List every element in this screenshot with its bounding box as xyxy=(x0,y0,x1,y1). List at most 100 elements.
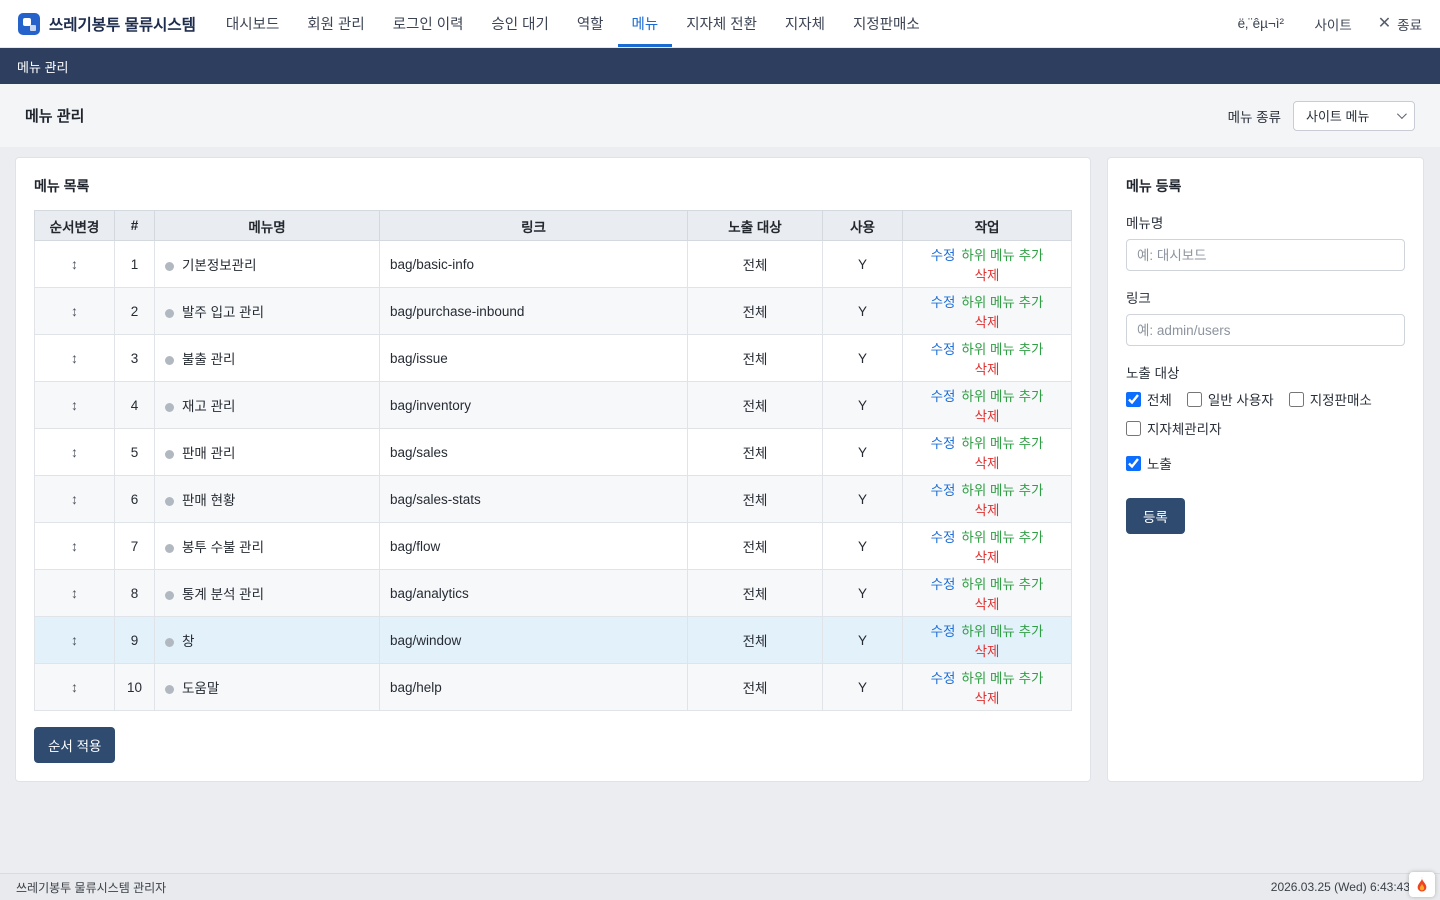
row-number: 10 xyxy=(115,664,155,711)
drag-handle-icon[interactable]: ↕ xyxy=(71,538,78,554)
edit-link[interactable]: 수정 xyxy=(931,483,956,498)
checkbox-general-user-input[interactable] xyxy=(1187,392,1202,407)
delete-link[interactable]: 삭제 xyxy=(975,597,1000,612)
delete-link[interactable]: 삭제 xyxy=(975,456,1000,471)
edit-link[interactable]: 수정 xyxy=(931,248,956,263)
add-submenu-link[interactable]: 하위 메뉴 추가 xyxy=(961,577,1043,592)
menu-table-body: ↕1기본정보관리bag/basic-info전체Y수정하위 메뉴 추가삭제↕2발… xyxy=(35,241,1072,711)
nav-item-members[interactable]: 회원 관리 xyxy=(293,0,378,47)
menu-use: Y xyxy=(823,664,903,711)
target-checkbox-group: 전체 일반 사용자 지정판매소지자체관리자 xyxy=(1126,389,1405,438)
row-number: 6 xyxy=(115,476,155,523)
delete-link[interactable]: 삭제 xyxy=(975,268,1000,283)
table-row: ↕2발주 입고 관리bag/purchase-inbound전체Y수정하위 메뉴… xyxy=(35,288,1072,335)
nav-item-login-history[interactable]: 로그인 이력 xyxy=(379,0,478,47)
page-header: 메뉴 관리 메뉴 종류 사이트 메뉴 xyxy=(0,84,1440,147)
menu-link: bag/window xyxy=(380,617,688,664)
delete-link[interactable]: 삭제 xyxy=(975,362,1000,377)
checkbox-local-gov-admin[interactable]: 지자체관리자 xyxy=(1126,418,1222,438)
checkbox-local-gov-admin-label: 지자체관리자 xyxy=(1147,418,1222,438)
edit-link[interactable]: 수정 xyxy=(931,389,956,404)
menu-dot-icon xyxy=(165,262,174,271)
add-submenu-link[interactable]: 하위 메뉴 추가 xyxy=(961,248,1043,263)
checkbox-all[interactable]: 전체 xyxy=(1126,389,1172,409)
checkbox-local-gov-admin-input[interactable] xyxy=(1126,421,1141,436)
drag-handle-icon[interactable]: ↕ xyxy=(71,303,78,319)
menu-name: 발주 입고 관리 xyxy=(182,305,264,320)
checkbox-designated-seller-input[interactable] xyxy=(1289,392,1304,407)
menu-target: 전체 xyxy=(688,382,823,429)
menu-use: Y xyxy=(823,288,903,335)
menu-link-input[interactable] xyxy=(1126,314,1405,346)
menu-name: 통계 분석 관리 xyxy=(182,587,264,602)
edit-link[interactable]: 수정 xyxy=(931,624,956,639)
checkbox-all-input[interactable] xyxy=(1126,392,1141,407)
nav-item-roles[interactable]: 역할 xyxy=(563,0,618,47)
drag-handle-icon[interactable]: ↕ xyxy=(71,679,78,695)
nav-item-designated-sellers[interactable]: 지정판매소 xyxy=(839,0,934,47)
menu-use: Y xyxy=(823,570,903,617)
menu-link: bag/basic-info xyxy=(380,241,688,288)
edit-link[interactable]: 수정 xyxy=(931,671,956,686)
brand[interactable]: 쓰레기봉투 물류시스템 xyxy=(18,0,196,47)
visible-checkbox-input[interactable] xyxy=(1126,456,1141,471)
add-submenu-link[interactable]: 하위 메뉴 추가 xyxy=(961,436,1043,451)
close-icon: ✕ xyxy=(1378,16,1391,32)
debug-toolbar-toggle[interactable] xyxy=(1409,872,1435,897)
edit-link[interactable]: 수정 xyxy=(931,436,956,451)
edit-link[interactable]: 수정 xyxy=(931,295,956,310)
chevron-down-icon xyxy=(1397,109,1407,119)
register-button[interactable]: 등록 xyxy=(1126,498,1185,534)
menu-type-value: 사이트 메뉴 xyxy=(1306,106,1369,125)
checkbox-designated-seller-label: 지정판매소 xyxy=(1310,389,1372,409)
edit-link[interactable]: 수정 xyxy=(931,342,956,357)
menu-dot-icon xyxy=(165,497,174,506)
menu-target: 전체 xyxy=(688,664,823,711)
col-name: 메뉴명 xyxy=(155,211,380,241)
delete-link[interactable]: 삭제 xyxy=(975,644,1000,659)
logout-link[interactable]: ✕ 종료 xyxy=(1378,14,1422,34)
add-submenu-link[interactable]: 하위 메뉴 추가 xyxy=(961,295,1043,310)
delete-link[interactable]: 삭제 xyxy=(975,550,1000,565)
site-link[interactable]: 사이트 xyxy=(1314,14,1351,34)
menu-use: Y xyxy=(823,429,903,476)
target-label: 노출 대상 xyxy=(1126,362,1405,382)
nav-item-local-gov-switch[interactable]: 지자체 전환 xyxy=(672,0,771,47)
add-submenu-link[interactable]: 하위 메뉴 추가 xyxy=(961,342,1043,357)
nav-item-local-gov[interactable]: 지자체 xyxy=(771,0,839,47)
checkbox-general-user[interactable]: 일반 사용자 xyxy=(1187,389,1274,409)
menu-target: 전체 xyxy=(688,288,823,335)
add-submenu-link[interactable]: 하위 메뉴 추가 xyxy=(961,530,1043,545)
drag-handle-icon[interactable]: ↕ xyxy=(71,256,78,272)
menu-link: bag/issue xyxy=(380,335,688,382)
drag-handle-icon[interactable]: ↕ xyxy=(71,350,78,366)
menu-name-input[interactable] xyxy=(1126,239,1405,271)
add-submenu-link[interactable]: 하위 메뉴 추가 xyxy=(961,624,1043,639)
drag-handle-icon[interactable]: ↕ xyxy=(71,585,78,601)
drag-handle-icon[interactable]: ↕ xyxy=(71,491,78,507)
menu-target: 전체 xyxy=(688,335,823,382)
add-submenu-link[interactable]: 하위 메뉴 추가 xyxy=(961,483,1043,498)
app-title: 쓰레기봉투 물류시스템 xyxy=(49,13,196,35)
add-submenu-link[interactable]: 하위 메뉴 추가 xyxy=(961,389,1043,404)
drag-handle-icon[interactable]: ↕ xyxy=(71,444,78,460)
col-target: 노출 대상 xyxy=(688,211,823,241)
edit-link[interactable]: 수정 xyxy=(931,530,956,545)
menu-name: 봉투 수불 관리 xyxy=(182,540,264,555)
apply-order-button[interactable]: 순서 적용 xyxy=(34,727,115,763)
checkbox-designated-seller[interactable]: 지정판매소 xyxy=(1289,389,1372,409)
drag-handle-icon[interactable]: ↕ xyxy=(71,632,78,648)
delete-link[interactable]: 삭제 xyxy=(975,409,1000,424)
nav-item-approval-pending[interactable]: 승인 대기 xyxy=(477,0,562,47)
menu-type-select[interactable]: 사이트 메뉴 xyxy=(1293,101,1415,131)
nav-item-dashboard[interactable]: 대시보드 xyxy=(212,0,293,47)
edit-link[interactable]: 수정 xyxy=(931,577,956,592)
nav-item-menu[interactable]: 메뉴 xyxy=(618,0,673,47)
menu-name-label: 메뉴명 xyxy=(1126,212,1405,232)
delete-link[interactable]: 삭제 xyxy=(975,691,1000,706)
drag-handle-icon[interactable]: ↕ xyxy=(71,397,78,413)
delete-link[interactable]: 삭제 xyxy=(975,503,1000,518)
add-submenu-link[interactable]: 하위 메뉴 추가 xyxy=(961,671,1043,686)
delete-link[interactable]: 삭제 xyxy=(975,315,1000,330)
checkbox-visible[interactable]: 노출 xyxy=(1126,453,1172,473)
